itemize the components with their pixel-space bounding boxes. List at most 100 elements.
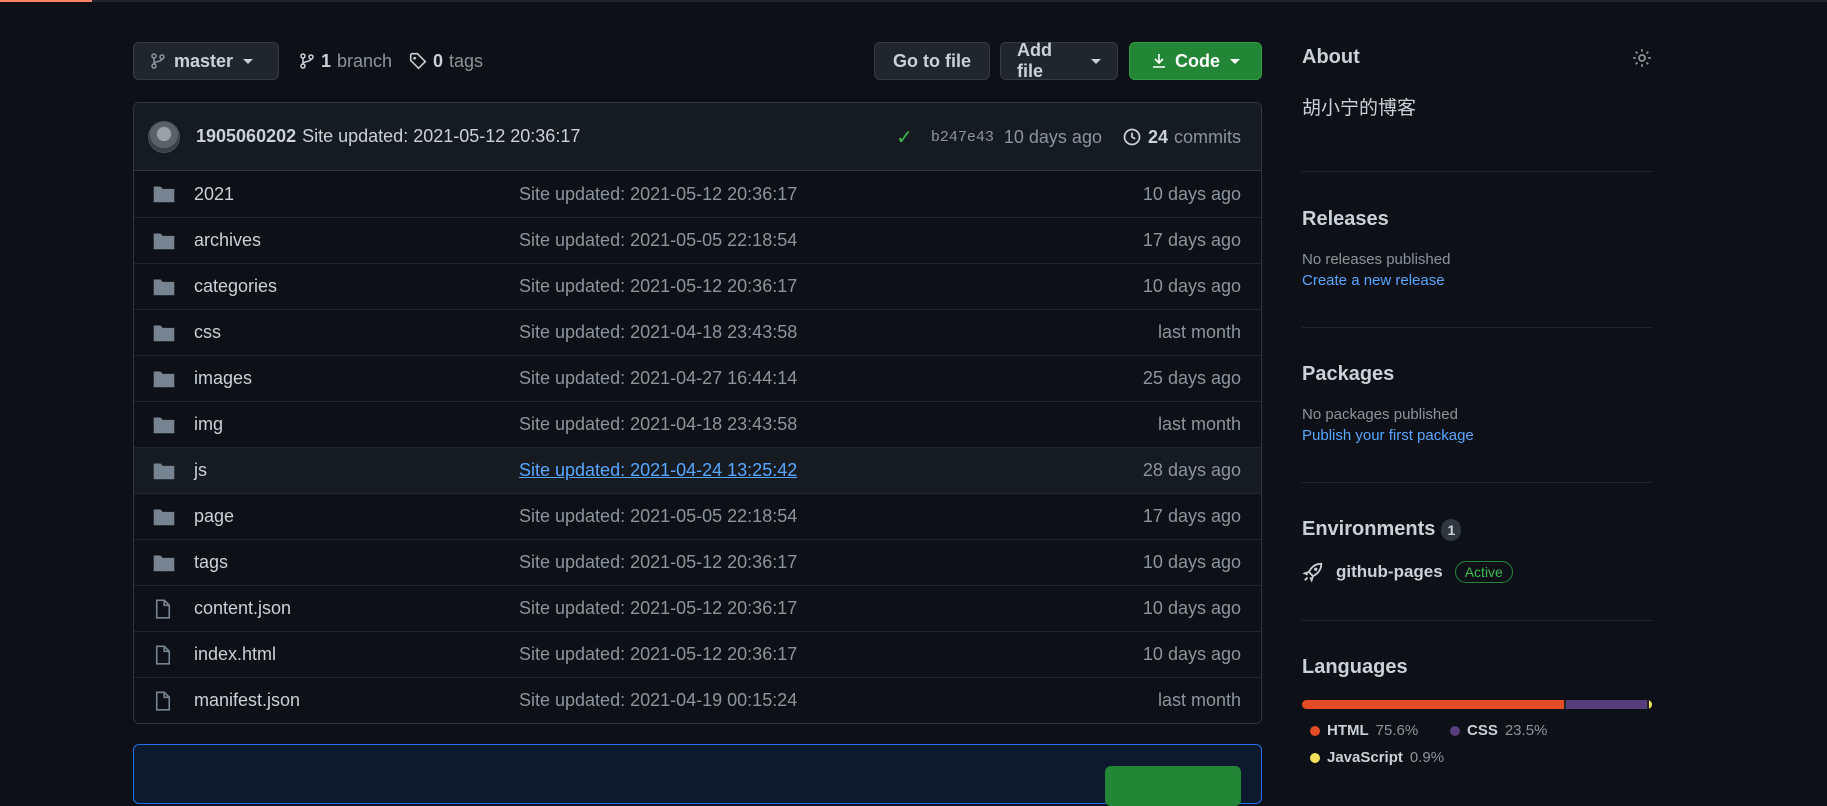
packages-section: Packages No packages published Publish y… <box>1302 363 1652 444</box>
language-name: HTML <box>1327 722 1369 739</box>
folder-icon <box>153 277 175 297</box>
file-name[interactable]: page <box>194 506 234 527</box>
language-bar-segment <box>1648 700 1652 709</box>
create-release-link[interactable]: Create a new release <box>1302 272 1652 289</box>
about-section: About 胡小宁的博客 <box>1302 46 1652 120</box>
language-item[interactable]: JavaScript 0.9% <box>1310 749 1444 766</box>
table-row[interactable]: content.json Site updated: 2021-05-12 20:… <box>134 585 1261 631</box>
table-row[interactable]: archives Site updated: 2021-05-05 22:18:5… <box>134 217 1261 263</box>
divider <box>1302 482 1652 483</box>
language-bar-segment <box>1565 700 1647 709</box>
table-row[interactable]: page Site updated: 2021-05-05 22:18:54 17 … <box>134 493 1261 539</box>
table-row[interactable]: images Site updated: 2021-04-27 16:44:14 2… <box>134 355 1261 401</box>
file-age: 25 days ago <box>1142 368 1241 388</box>
table-row[interactable]: js Site updated: 2021-04-24 13:25:42 28 da… <box>134 447 1261 493</box>
branch-name: master <box>174 50 234 71</box>
file-name[interactable]: tags <box>194 552 228 573</box>
packages-title[interactable]: Packages <box>1302 363 1652 386</box>
go-to-file-button[interactable]: Go to file <box>874 42 990 80</box>
file-commit-message[interactable]: Site updated: 2021-04-24 13:25:42 <box>519 460 797 481</box>
file-commit-message[interactable]: Site updated: 2021-05-12 20:36:17 <box>519 276 797 297</box>
tag-count: 0 <box>433 50 444 71</box>
table-row[interactable]: index.html Site updated: 2021-05-12 20:36… <box>134 631 1261 677</box>
gear-icon[interactable] <box>1632 48 1652 68</box>
environments-section: Environments 1 github-pages Active <box>1302 518 1652 583</box>
file-name[interactable]: images <box>194 368 252 389</box>
publish-package-link[interactable]: Publish your first package <box>1302 427 1652 444</box>
add-file-button[interactable]: Add file <box>1000 40 1118 81</box>
file-name[interactable]: manifest.json <box>194 690 300 711</box>
table-row[interactable]: img Site updated: 2021-04-18 23:43:58 last… <box>134 401 1261 447</box>
file-commit-message[interactable]: Site updated: 2021-05-05 22:18:54 <box>519 230 797 251</box>
environment-status-badge: Active <box>1454 561 1513 583</box>
file-commit-message[interactable]: Site updated: 2021-05-12 20:36:17 <box>519 552 797 573</box>
code-button[interactable]: Code <box>1129 42 1262 80</box>
commit-sha[interactable]: b247e43 <box>931 129 994 146</box>
file-commit-message[interactable]: Site updated: 2021-05-12 20:36:17 <box>519 598 797 619</box>
file-commit-message[interactable]: Site updated: 2021-04-18 23:43:58 <box>519 322 797 343</box>
file-commit-message[interactable]: Site updated: 2021-05-12 20:36:17 <box>519 184 797 205</box>
tags-link[interactable]: 0 tags <box>409 42 483 80</box>
check-icon[interactable]: ✓ <box>896 125 913 150</box>
environment-name[interactable]: github-pages <box>1336 562 1443 582</box>
language-bar-segment <box>1302 700 1564 709</box>
commit-count: 24 <box>1147 126 1168 147</box>
file-commit-message[interactable]: Site updated: 2021-04-27 16:44:14 <box>519 368 797 389</box>
file-commit-message[interactable]: Site updated: 2021-04-18 23:43:58 <box>519 414 797 435</box>
divider <box>1302 171 1652 172</box>
environments-title-text: Environments <box>1302 518 1436 540</box>
file-name[interactable]: css <box>194 322 221 343</box>
add-readme-button[interactable] <box>1105 766 1241 806</box>
file-age: 10 days ago <box>1142 276 1241 296</box>
environments-count-badge: 1 <box>1441 518 1462 541</box>
releases-title[interactable]: Releases <box>1302 208 1652 231</box>
file-name[interactable]: categories <box>194 276 277 297</box>
go-to-file-label: Go to file <box>893 50 971 71</box>
file-commit-message[interactable]: Site updated: 2021-05-12 20:36:17 <box>519 644 797 665</box>
file-commit-message[interactable]: Site updated: 2021-05-05 22:18:54 <box>519 506 797 527</box>
file-commit-message[interactable]: Site updated: 2021-04-19 00:15:24 <box>519 690 797 711</box>
commit-age: 10 days ago <box>1003 126 1102 147</box>
environments-title[interactable]: Environments 1 <box>1302 518 1652 541</box>
language-name: JavaScript <box>1327 749 1403 766</box>
table-row[interactable]: css Site updated: 2021-04-18 23:43:58 last… <box>134 309 1261 355</box>
commit-message[interactable]: Site updated: 2021-05-12 20:36:17 <box>302 126 580 147</box>
file-name[interactable]: 2021 <box>194 184 234 205</box>
file-name[interactable]: js <box>194 460 207 481</box>
file-name[interactable]: index.html <box>194 644 276 665</box>
language-item[interactable]: HTML 75.6% <box>1310 722 1418 739</box>
download-icon <box>1153 54 1165 68</box>
branches-link[interactable]: 1 branch <box>299 42 392 80</box>
divider <box>1302 327 1652 328</box>
file-icon <box>153 645 175 665</box>
file-name[interactable]: archives <box>194 230 261 251</box>
languages-section: Languages <box>1302 656 1652 679</box>
commits-link[interactable]: 24 commits <box>1122 127 1241 148</box>
table-row[interactable]: manifest.json Site updated: 2021-04-19 00… <box>134 677 1261 723</box>
table-row[interactable]: tags Site updated: 2021-05-12 20:36:17 10 … <box>134 539 1261 585</box>
avatar[interactable] <box>148 120 180 153</box>
file-age: last month <box>1157 414 1241 434</box>
rocket-icon <box>1302 562 1323 583</box>
languages-bar <box>1302 700 1652 709</box>
folder-icon <box>153 231 175 251</box>
code-label: Code <box>1175 50 1220 71</box>
file-age: 17 days ago <box>1142 230 1241 250</box>
folder-icon <box>153 415 175 435</box>
file-name[interactable]: img <box>194 414 223 435</box>
language-percent: 23.5% <box>1504 722 1548 739</box>
history-icon <box>1123 128 1141 146</box>
file-name[interactable]: content.json <box>194 598 291 619</box>
language-percent: 75.6% <box>1375 722 1419 739</box>
file-age: 17 days ago <box>1142 506 1241 526</box>
file-icon <box>153 599 175 619</box>
branch-select-button[interactable]: master <box>133 42 279 80</box>
folder-icon <box>153 553 175 573</box>
commit-author[interactable]: 1905060202 <box>196 126 296 147</box>
language-item[interactable]: CSS 23.5% <box>1450 722 1547 739</box>
table-row[interactable]: 2021 Site updated: 2021-05-12 20:36:17 10 … <box>134 171 1261 217</box>
file-rows: 2021 Site updated: 2021-05-12 20:36:17 10 … <box>134 171 1261 723</box>
language-color-dot <box>1310 725 1320 736</box>
table-row[interactable]: categories Site updated: 2021-05-12 20:36… <box>134 263 1261 309</box>
file-icon <box>153 691 175 711</box>
